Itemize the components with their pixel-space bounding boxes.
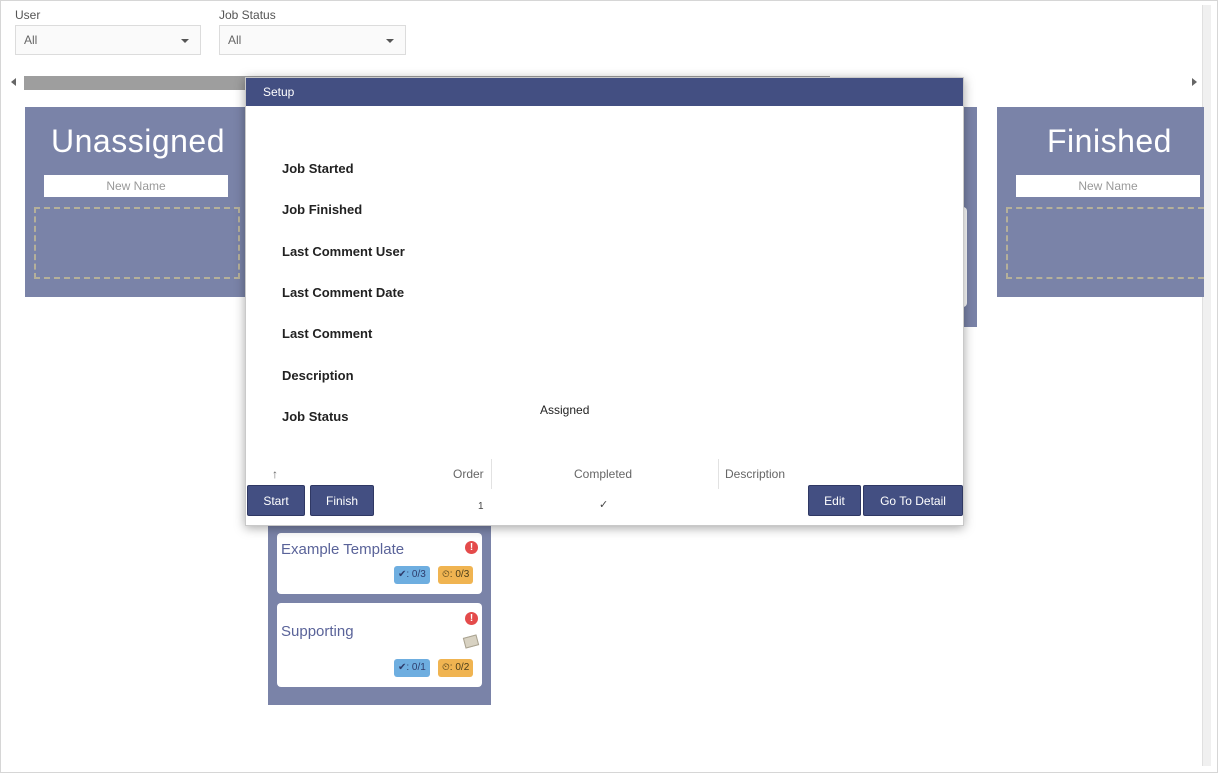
job-status-filter-label: Job Status [219, 8, 276, 22]
user-filter: User All [15, 8, 201, 55]
user-select-value: All [24, 33, 38, 47]
last-comment-user-label: Last Comment User [282, 244, 405, 259]
job-card[interactable]: Supporting ! ✔: 0/1 ⏲: 0/2 [277, 603, 482, 687]
column-unassigned: Unassigned New Name [25, 107, 250, 297]
chevron-down-icon [386, 39, 394, 43]
column-title: Unassigned [51, 123, 225, 159]
grid-cell-order: 1 [478, 501, 484, 512]
start-button[interactable]: Start [247, 485, 305, 516]
dialog-title: Setup [246, 78, 963, 106]
drop-zone[interactable] [1006, 207, 1204, 279]
user-select[interactable]: All [15, 25, 201, 55]
timer-badge: ⏲: 0/2 [438, 659, 474, 677]
edit-button[interactable]: Edit [808, 485, 861, 516]
new-name-input[interactable]: New Name [1016, 175, 1200, 197]
paperclip-icon [462, 634, 480, 649]
scroll-right-arrow-icon[interactable] [1192, 78, 1197, 86]
finish-button[interactable]: Finish [310, 485, 374, 516]
scroll-left-arrow-icon[interactable] [11, 78, 16, 86]
job-status-label: Job Status [282, 409, 349, 424]
alert-icon: ! [465, 541, 478, 554]
job-status-value: Assigned [540, 403, 590, 417]
job-started-label: Job Started [282, 161, 354, 176]
last-comment-label: Last Comment [282, 326, 373, 341]
job-status-filter: Job Status All [219, 8, 406, 55]
new-name-input[interactable]: New Name [44, 175, 228, 197]
job-card-title: Supporting [281, 623, 354, 640]
job-card[interactable]: Example Template ! ✔: 0/3 ⏲: 0/3 [277, 533, 482, 594]
grid-column-separator [718, 459, 719, 489]
last-comment-date-label: Last Comment Date [282, 285, 405, 300]
timer-badge: ⏲: 0/3 [438, 566, 474, 584]
description-label: Description [282, 368, 354, 383]
setup-dialog: Setup Job Started Job Finished Last Comm… [245, 77, 964, 526]
drop-zone[interactable] [34, 207, 240, 279]
alert-icon: ! [465, 612, 478, 625]
grid-header-completed[interactable]: Completed [574, 467, 632, 481]
grid-header-order[interactable]: Order [453, 467, 484, 481]
job-card-title: Example Template [281, 541, 405, 558]
grid-column-separator [491, 459, 492, 489]
checklist-badge: ✔: 0/1 [394, 659, 430, 677]
sort-ascending-icon[interactable]: ↑ [272, 467, 278, 481]
job-status-select[interactable]: All [219, 25, 406, 55]
column-title: Finished [1047, 123, 1172, 159]
chevron-down-icon [181, 39, 189, 43]
check-icon: ✓ [599, 499, 609, 511]
grid-header-description[interactable]: Description [725, 467, 785, 481]
go-to-detail-button[interactable]: Go To Detail [863, 485, 963, 516]
column-finished: Finished New Name [997, 107, 1204, 297]
column-in-progress: Example Template ! ✔: 0/3 ⏲: 0/3 Support… [268, 510, 491, 705]
job-status-select-value: All [228, 33, 242, 47]
checklist-badge: ✔: 0/3 [394, 566, 430, 584]
job-finished-label: Job Finished [282, 202, 363, 217]
user-filter-label: User [15, 8, 41, 22]
